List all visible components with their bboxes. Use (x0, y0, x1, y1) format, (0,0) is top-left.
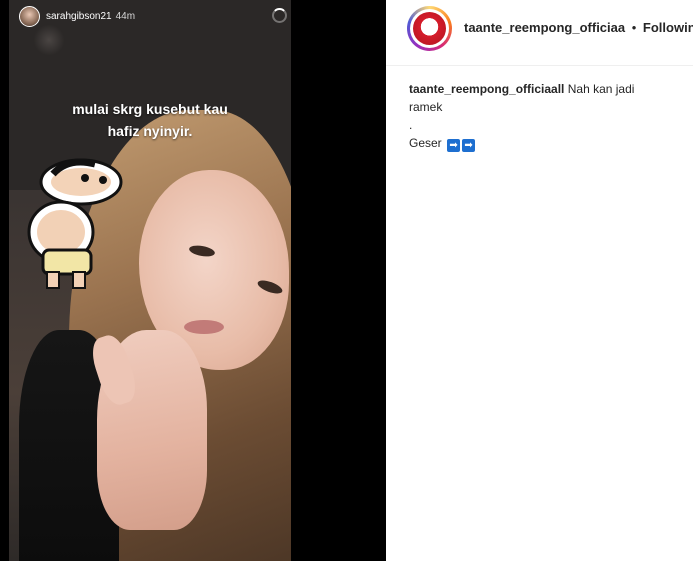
right-arrow-icon: ➡ (447, 139, 461, 152)
caption-username[interactable]: taante_reempong_officiaall (409, 82, 564, 96)
story-header: sarahgibson21 44m (19, 5, 136, 27)
profile-avatar[interactable] (407, 6, 452, 51)
caption-text: ramek (409, 100, 443, 114)
post-side-panel: taante_reempong_officiaa • Followin taan… (386, 0, 693, 561)
story-avatar[interactable] (19, 5, 40, 27)
story-time: 44m (115, 10, 136, 22)
header-username[interactable]: taante_reempong_officiaa (464, 20, 625, 35)
story-caption-line: hafiz nyinyir. (107, 123, 193, 139)
story-username[interactable]: sarahgibson21 (46, 11, 112, 22)
right-eye (256, 277, 284, 297)
right-arrow-icon: ➡ (462, 139, 476, 152)
following-button[interactable]: Followin (643, 20, 693, 35)
caption-text: . (409, 118, 413, 132)
caption-text: Geser (409, 136, 442, 150)
shinchan-sticker-icon (27, 158, 123, 289)
caption-text: Nah kan jadi (567, 82, 635, 96)
post-header: taante_reempong_officiaa • Followin (386, 0, 693, 66)
story-image: mulai skrg kusebut kau hafiz nyinyir. sa… (9, 0, 291, 561)
separator-dot: • (631, 20, 637, 35)
story-caption-line: mulai skrg kusebut kau (72, 101, 228, 117)
story-caption: mulai skrg kusebut kau hafiz nyinyir. (9, 98, 291, 142)
header-user-row: taante_reempong_officiaa • Followin (464, 20, 693, 35)
lips (184, 320, 224, 334)
post-media[interactable]: mulai skrg kusebut kau hafiz nyinyir. sa… (0, 0, 386, 561)
brand-logo-icon (413, 12, 446, 45)
loading-spinner-icon (272, 8, 287, 23)
left-eye (188, 243, 216, 259)
post-caption: taante_reempong_officiaall Nah kan jadi … (409, 80, 689, 152)
